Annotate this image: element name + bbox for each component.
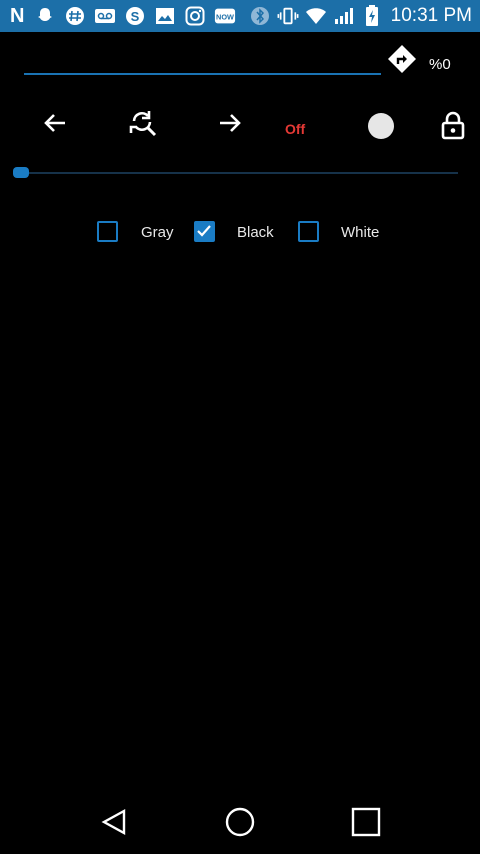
checkbox-white-label: White [341,224,380,241]
progress-line [24,73,381,75]
checkbox-black[interactable] [194,221,215,242]
svg-text:NOW: NOW [216,13,234,22]
now-icon: NOW [214,5,236,27]
slider-track[interactable] [18,172,458,174]
slider-thumb[interactable] [13,167,29,178]
color-circle-button[interactable] [368,113,394,139]
gallery-icon [154,5,176,27]
nav-home-button[interactable] [224,806,256,838]
progress-percent: %0 [429,56,451,73]
system-icons: 10:31 PM [249,4,472,28]
lock-button[interactable] [436,108,470,142]
checkbox-gray-label: Gray [141,224,174,241]
snapchat-icon [34,5,56,27]
lock-icon [441,111,465,140]
notification-icons: N S NOW [10,4,236,28]
battery-charging-icon [361,5,383,27]
off-toggle[interactable]: Off [285,121,305,137]
nav-back-button[interactable] [98,806,130,838]
wifi-icon [305,5,327,27]
status-bar: N S NOW 10:31 PM [0,0,480,32]
vibrate-icon [277,5,299,27]
refresh-search-icon [129,111,157,137]
bluetooth-icon [249,5,271,27]
checkbox-black-label: Black [237,224,274,241]
arrow-left-icon [44,114,65,132]
directions-button[interactable] [387,44,417,74]
signal-icon [333,5,355,27]
navigation-bar [0,794,480,854]
refresh-button[interactable] [126,106,160,140]
circle-home-icon [225,807,255,837]
square-recents-icon [351,807,381,837]
forward-button[interactable] [213,106,247,140]
voicemail-icon [94,5,116,27]
directions-icon [388,45,416,73]
n-logo-icon: N [10,4,25,27]
svg-text:S: S [131,9,140,24]
checkbox-white[interactable] [298,221,319,242]
checkmark-icon [197,225,211,237]
back-button[interactable] [38,106,72,140]
skype-icon: S [124,5,146,27]
checkbox-gray[interactable] [97,221,118,242]
triangle-back-icon [101,808,126,836]
color-options: Gray Black White [0,218,480,248]
nav-recents-button[interactable] [350,806,382,838]
instagram-icon [184,5,206,27]
clock: 10:31 PM [390,5,472,26]
arrow-right-icon [220,114,241,132]
hashtag-icon [64,5,86,27]
